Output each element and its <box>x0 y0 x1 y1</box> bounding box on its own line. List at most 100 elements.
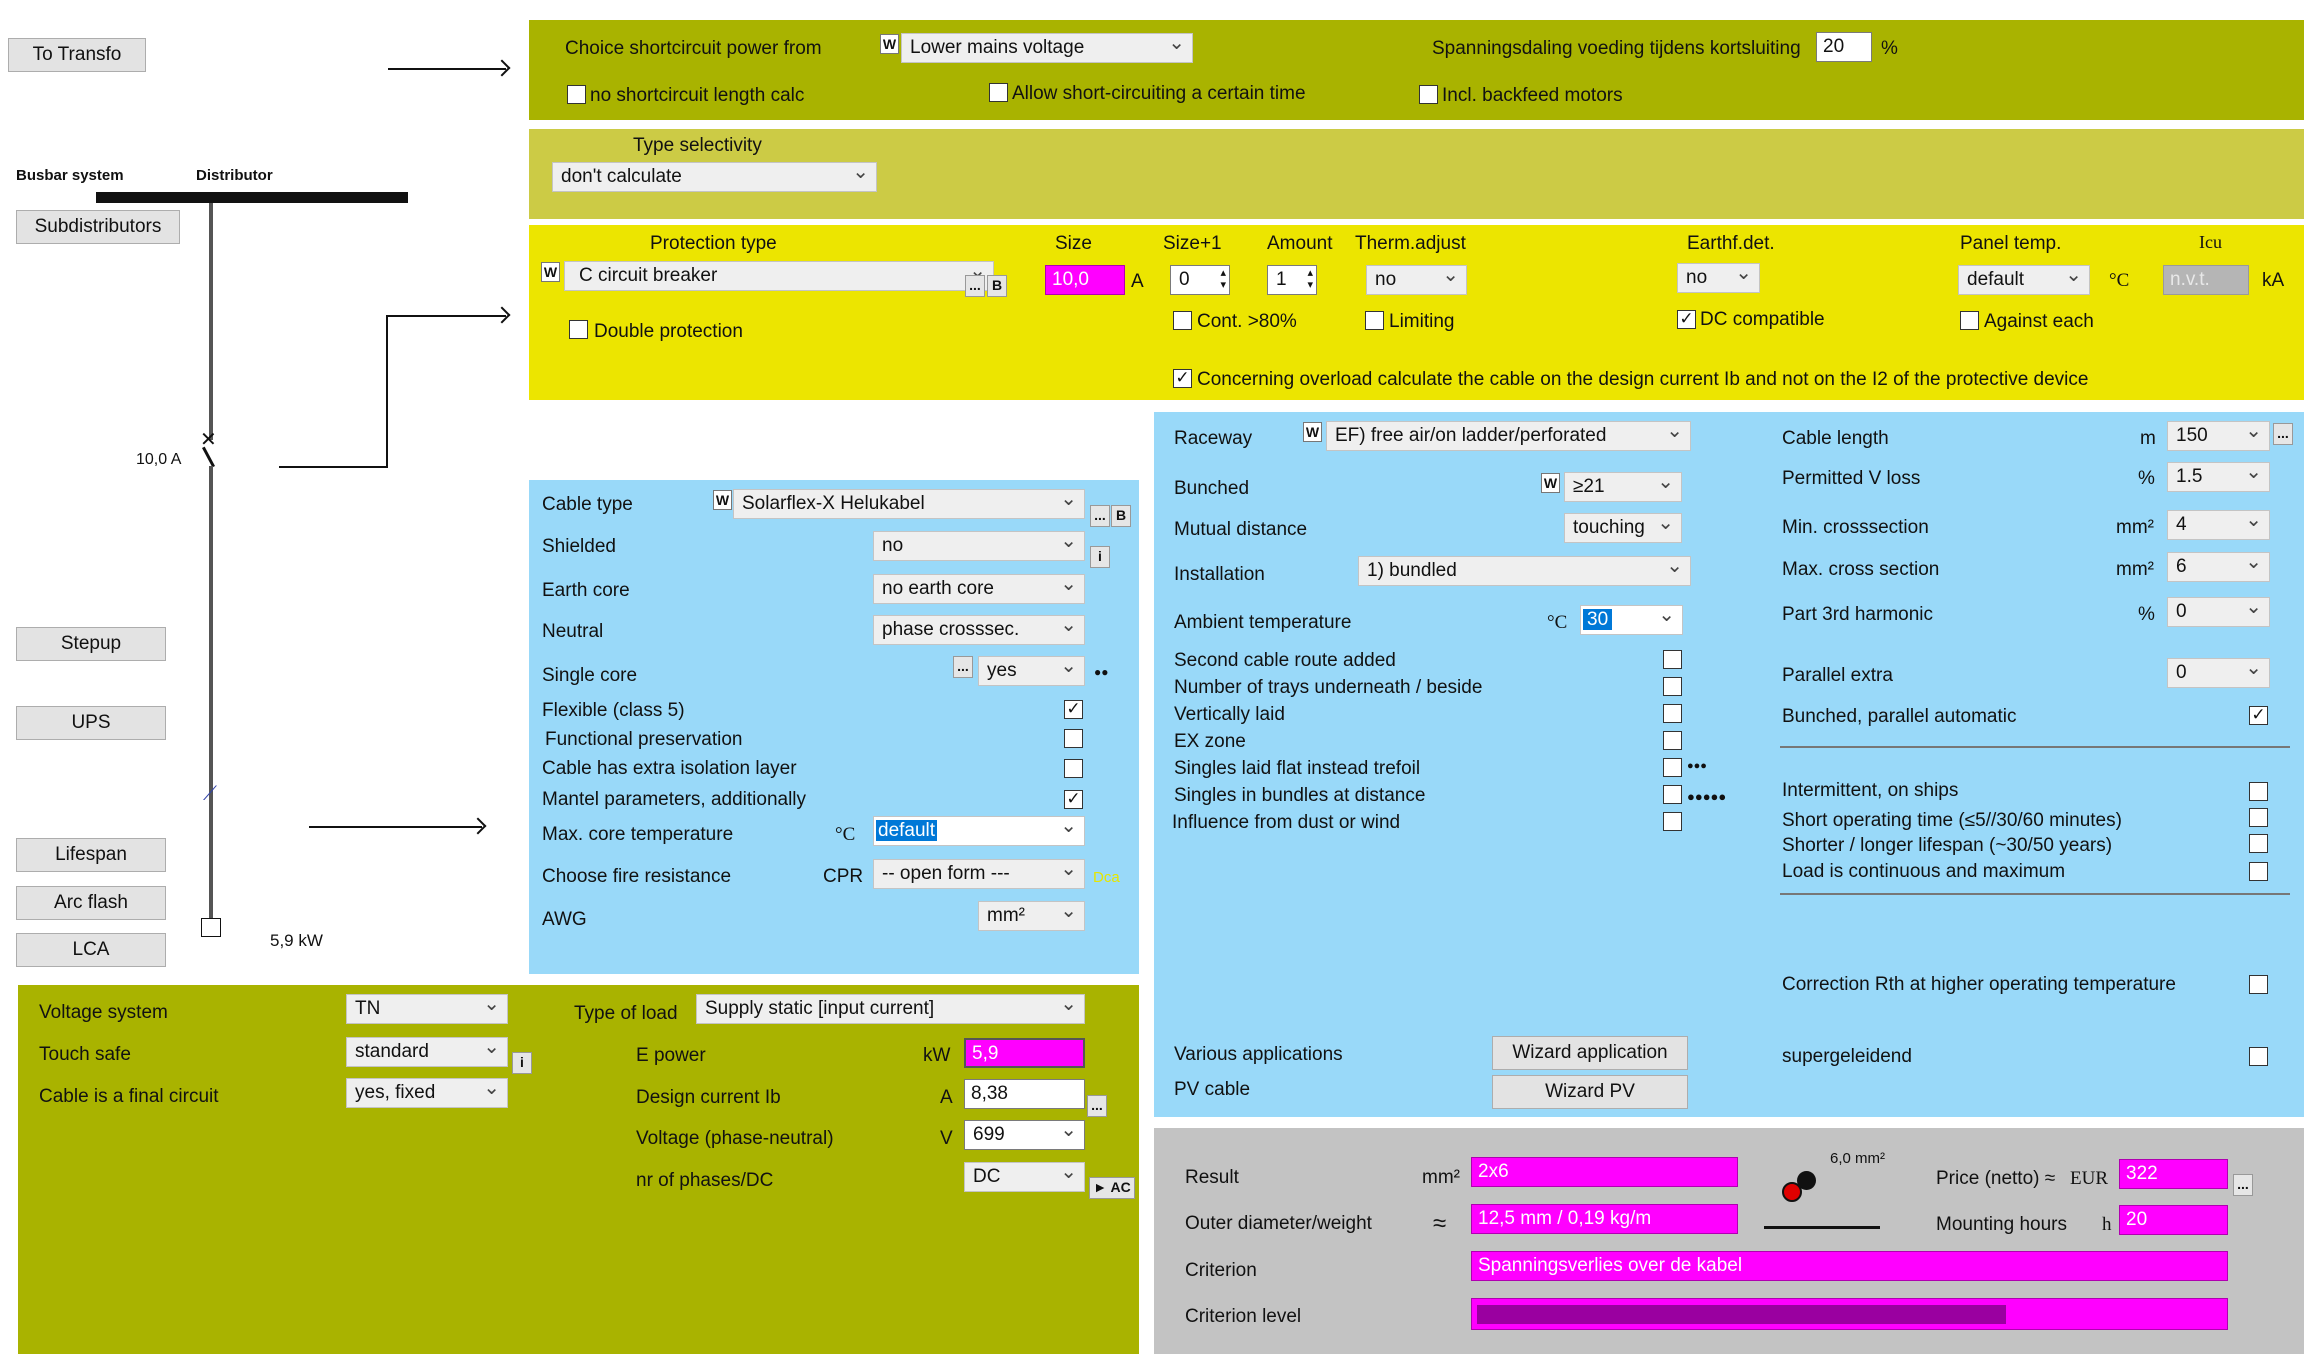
shielded-select[interactable]: no <box>873 531 1085 561</box>
lifespan-checkbox[interactable] <box>2249 834 2268 853</box>
wizard-pv-button[interactable]: Wizard PV <box>1492 1075 1688 1109</box>
price-more-button[interactable]: ... <box>2233 1174 2253 1196</box>
to-transfo-button[interactable]: To Transfo <box>8 38 146 72</box>
bunched-w-icon[interactable]: W <box>1541 473 1560 493</box>
mutual-distance-select[interactable]: touching <box>1564 513 1682 543</box>
design-current-label: Design current Ib <box>636 1087 781 1108</box>
ac-button[interactable]: ► AC <box>1089 1177 1135 1199</box>
single-core-select[interactable]: yes <box>978 656 1085 686</box>
allow-time-checkbox[interactable] <box>989 83 1008 102</box>
dc-compatible-checkbox[interactable]: ✓ <box>1677 310 1696 329</box>
size-input[interactable]: 10,0 <box>1045 265 1125 295</box>
cable-type-w-icon[interactable]: W <box>713 490 732 510</box>
lifespan-button[interactable]: Lifespan <box>16 838 166 872</box>
ex-zone-checkbox[interactable] <box>1663 731 1682 750</box>
bunched-parallel-checkbox[interactable]: ✓ <box>2249 706 2268 725</box>
double-protection-checkbox[interactable] <box>569 320 588 339</box>
cable-length-select[interactable]: 150 <box>2167 421 2270 451</box>
parallel-extra-label: Parallel extra <box>1782 665 1893 686</box>
singles-flat-checkbox[interactable] <box>1663 758 1682 777</box>
limiting-checkbox[interactable] <box>1365 311 1384 330</box>
size-unit: A <box>1131 271 1144 292</box>
cable-type-more-button[interactable]: ... <box>1090 505 1110 527</box>
stepup-button[interactable]: Stepup <box>16 627 166 661</box>
wizard-application-button[interactable]: Wizard application <box>1492 1036 1688 1070</box>
voltage-drop-input[interactable]: 20 <box>1816 32 1872 62</box>
dust-wind-checkbox[interactable] <box>1663 812 1682 831</box>
no-length-calc-checkbox[interactable] <box>567 85 586 104</box>
touch-safe-info-button[interactable]: i <box>512 1052 532 1074</box>
cable-type-select[interactable]: Solarflex-X Helukabel <box>733 489 1085 519</box>
ambient-temperature-select[interactable]: 30 <box>1580 605 1683 635</box>
shortcircuit-source-select[interactable]: Lower mains voltage <box>901 33 1193 63</box>
harmonic-select[interactable]: 0 <box>2167 597 2270 627</box>
parallel-extra-select[interactable]: 0 <box>2167 658 2270 688</box>
design-current-input[interactable]: 8,38 <box>964 1079 1085 1109</box>
raceway-select[interactable]: EF) free air/on ladder/perforated <box>1326 421 1691 451</box>
final-circuit-select[interactable]: yes, fixed <box>346 1078 508 1108</box>
panel-temp-select[interactable]: default <box>1958 265 2090 295</box>
supergeleidend-checkbox[interactable] <box>2249 1047 2268 1066</box>
fuse-size-label: 10,0 A <box>136 451 182 468</box>
fire-resistance-select[interactable]: -- open form --- <box>873 859 1085 889</box>
extra-isolation-checkbox[interactable] <box>1064 759 1083 778</box>
single-core-more-button[interactable]: ... <box>953 656 973 678</box>
bunched-select[interactable]: ≥21 <box>1564 472 1682 502</box>
voltage-system-select[interactable]: TN <box>346 994 508 1024</box>
protection-type-select[interactable]: C circuit breaker <box>564 261 994 291</box>
cont-80-checkbox[interactable] <box>1173 311 1192 330</box>
shielded-info-button[interactable]: i <box>1090 546 1110 568</box>
trays-checkbox[interactable] <box>1663 677 1682 696</box>
e-power-input[interactable]: 5,9 <box>964 1038 1085 1068</box>
awg-select[interactable]: mm² <box>978 901 1085 931</box>
intermittent-checkbox[interactable] <box>2249 782 2268 801</box>
raceway-w-icon[interactable]: W <box>1303 422 1322 442</box>
protection-w-icon[interactable]: W <box>541 262 560 282</box>
mantel-parameters-checkbox[interactable]: ✓ <box>1064 790 1083 809</box>
size-plus-spinner[interactable]: 0 <box>1170 265 1230 295</box>
design-current-more-button[interactable]: ... <box>1087 1095 1107 1117</box>
wizard-w-icon[interactable]: W <box>880 34 899 54</box>
ambient-temperature-value: 30 <box>1583 609 1613 630</box>
touch-safe-select[interactable]: standard <box>346 1037 508 1067</box>
lca-button[interactable]: LCA <box>16 933 166 967</box>
supergeleidend-label: supergeleidend <box>1782 1046 1912 1067</box>
fire-resistance-label: Choose fire resistance <box>542 866 732 887</box>
voltage-unit: V <box>940 1128 953 1149</box>
neutral-select[interactable]: phase crosssec. <box>873 615 1085 645</box>
permitted-vloss-select[interactable]: 1.5 <box>2167 462 2270 492</box>
installation-select[interactable]: 1) bundled <box>1358 556 1691 586</box>
continuous-checkbox[interactable] <box>2249 862 2268 881</box>
phases-select[interactable]: DC <box>964 1162 1085 1192</box>
max-crosssection-select[interactable]: 6 <box>2167 552 2270 582</box>
mounting-hours-unit: h <box>2102 1214 2112 1235</box>
correction-rth-checkbox[interactable] <box>2249 975 2268 994</box>
therm-adjust-select[interactable]: no <box>1366 265 1467 295</box>
flexible-checkbox[interactable]: ✓ <box>1064 700 1083 719</box>
subdistributors-button[interactable]: Subdistributors <box>16 210 180 244</box>
earth-core-select[interactable]: no earth core <box>873 574 1085 604</box>
short-operating-checkbox[interactable] <box>2249 808 2268 827</box>
cable-length-more-button[interactable]: ... <box>2273 423 2293 445</box>
amount-spinner[interactable]: 1 <box>1267 265 1317 295</box>
ups-button[interactable]: UPS <box>16 706 166 740</box>
amount-header: Amount <box>1267 233 1333 254</box>
max-core-temp-select[interactable]: default <box>873 816 1085 846</box>
voltage-select[interactable]: 699 <box>964 1120 1085 1150</box>
protection-b-button[interactable]: B <box>987 275 1007 297</box>
functional-preservation-checkbox[interactable] <box>1064 729 1083 748</box>
protection-more-button[interactable]: ... <box>965 275 985 297</box>
overload-design-current-checkbox[interactable]: ✓ <box>1173 369 1192 388</box>
min-crosssection-select[interactable]: 4 <box>2167 510 2270 540</box>
vertically-checkbox[interactable] <box>1663 704 1682 723</box>
backfeed-checkbox[interactable] <box>1419 85 1438 104</box>
singles-bundles-checkbox[interactable] <box>1663 785 1682 804</box>
arc-flash-button[interactable]: Arc flash <box>16 886 166 920</box>
cable-type-b-button[interactable]: B <box>1111 505 1131 527</box>
load-type-select[interactable]: Supply static [input current] <box>696 994 1085 1024</box>
against-each-checkbox[interactable] <box>1960 311 1979 330</box>
max-core-temp-label: Max. core temperature <box>542 824 734 845</box>
second-route-checkbox[interactable] <box>1663 650 1682 669</box>
earthf-det-select[interactable]: no <box>1677 263 1760 293</box>
type-selectivity-select[interactable]: don't calculate <box>552 162 877 192</box>
